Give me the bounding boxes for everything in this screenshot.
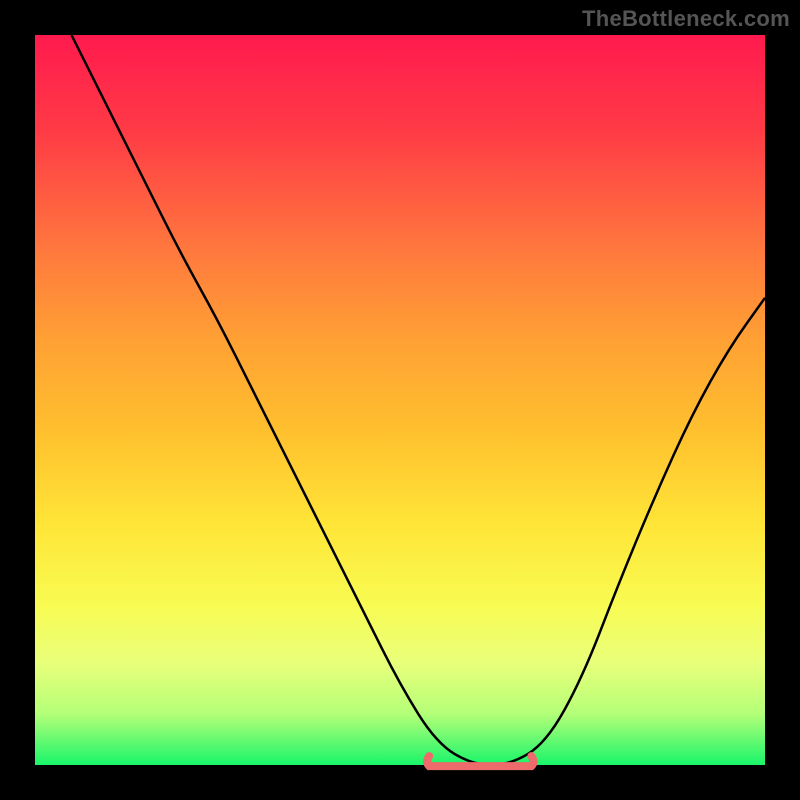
watermark-text: TheBottleneck.com [582,6,790,32]
optimal-marker [427,756,533,766]
plot-area [35,35,765,765]
curve-svg [35,35,765,765]
bottleneck-curve [72,35,766,765]
chart-frame: TheBottleneck.com [0,0,800,800]
